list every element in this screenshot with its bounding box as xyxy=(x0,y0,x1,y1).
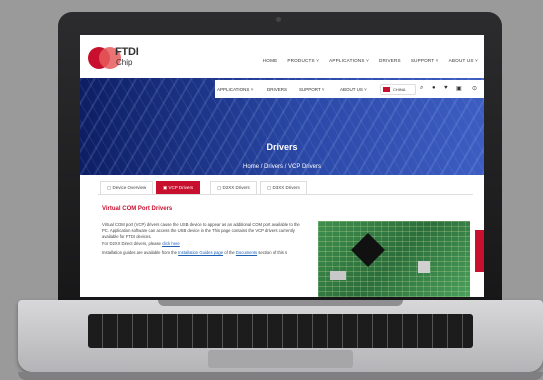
menu-icon[interactable]: ⊙ xyxy=(472,85,477,92)
nav-home[interactable]: HOME xyxy=(263,58,278,63)
nav-applications[interactable]: APPLICATIONS ˅ xyxy=(329,58,369,63)
section-title: Virtual COM Port Drivers xyxy=(102,206,173,212)
user-icon[interactable]: ● xyxy=(432,85,436,91)
ftdi-logo[interactable]: FTDI Chip xyxy=(88,42,148,72)
page-title: Drivers xyxy=(266,142,298,152)
driver-tabs: ▢ Device Overview ▣ VCP Drivers ▢ D2XX D… xyxy=(98,181,473,195)
logo-text: FTDI xyxy=(115,46,139,58)
tab-d2xx-drivers[interactable]: ▢ D2XX Drivers xyxy=(210,181,257,194)
trackpad xyxy=(208,350,353,368)
breadcrumb[interactable]: Home / Drivers / VCP Drivers xyxy=(80,164,484,170)
documents-link[interactable]: Documents xyxy=(236,250,257,255)
hinge xyxy=(158,300,403,306)
subnav-applications[interactable]: APPLICATIONS ˅ xyxy=(217,87,253,92)
main-nav: HOME PRODUCTS ˅ APPLICATIONS ˅ DRIVERS S… xyxy=(263,58,478,63)
keyboard xyxy=(88,314,473,348)
region-label: CHINA xyxy=(393,87,406,92)
chip-graphic xyxy=(351,233,385,267)
subnav-drivers[interactable]: DRIVERS xyxy=(267,87,287,92)
nav-support[interactable]: SUPPORT ˅ xyxy=(411,58,439,63)
subnav-about[interactable]: ABOUT US ˅ xyxy=(340,87,367,92)
chip-graphic xyxy=(330,271,346,280)
nav-drivers[interactable]: DRIVERS xyxy=(379,58,401,63)
nav-about[interactable]: ABOUT US ˅ xyxy=(449,58,478,63)
sticky-subnav: APPLICATIONS ˅ DRIVERS SUPPORT ˅ ABOUT U… xyxy=(215,80,484,98)
tab-d3xx-drivers[interactable]: ▢ D3XX Drivers xyxy=(260,181,307,194)
d2xx-paragraph: For D2XX Direct drivers, please click he… xyxy=(102,241,180,246)
logo-subtext: Chip xyxy=(116,58,133,67)
subnav-support[interactable]: SUPPORT ˅ xyxy=(299,87,324,92)
laptop-base-edge xyxy=(18,372,543,380)
intro-paragraph: Virtual COM port (VCP) drivers cause the… xyxy=(102,222,300,239)
install-paragraph: Installation guides are available from t… xyxy=(102,250,288,255)
region-selector[interactable]: CHINA xyxy=(380,84,416,95)
tab-device-overview[interactable]: ▢ Device Overview xyxy=(100,181,154,194)
site-header: FTDI Chip HOME PRODUCTS ˅ APPLICATIONS ˅… xyxy=(80,35,484,79)
laptop-keyboard-deck xyxy=(18,300,543,372)
tab-vcp-drivers[interactable]: ▣ VCP Drivers xyxy=(156,181,201,194)
camera xyxy=(276,17,281,22)
cart-icon[interactable]: ▣ xyxy=(456,85,462,92)
heart-icon[interactable]: ♥ xyxy=(444,85,448,91)
search-icon[interactable]: ⌕ xyxy=(420,85,423,92)
hero-banner: APPLICATIONS ˅ DRIVERS SUPPORT ˅ ABOUT U… xyxy=(80,78,484,175)
install-guides-link[interactable]: Installation Guides page xyxy=(178,250,223,255)
chip-graphic xyxy=(418,261,430,273)
newsletter-side-tab[interactable]: NEWSLETTER xyxy=(469,230,484,272)
browser-screen: FTDI Chip HOME PRODUCTS ˅ APPLICATIONS ˅… xyxy=(80,35,484,297)
circuit-board-image xyxy=(318,221,470,297)
click-here-link[interactable]: click here xyxy=(162,241,180,246)
nav-products[interactable]: PRODUCTS ˅ xyxy=(287,58,319,63)
china-flag-icon xyxy=(383,87,390,92)
